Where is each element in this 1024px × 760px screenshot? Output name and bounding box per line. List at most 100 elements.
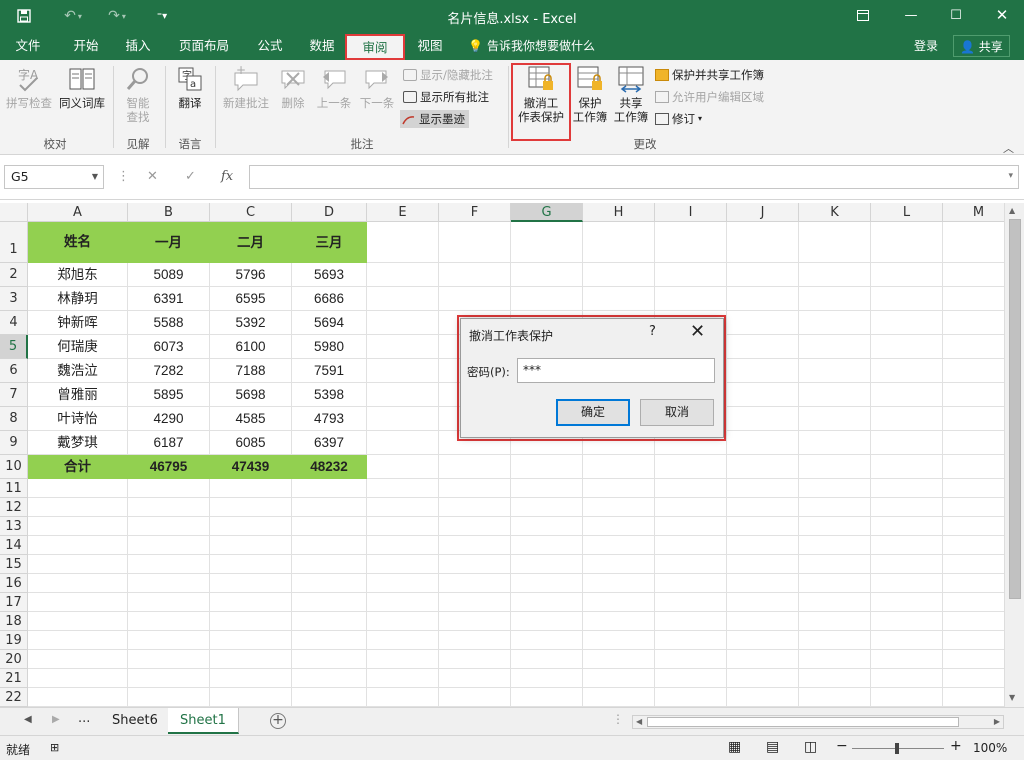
cell[interactable] [583, 612, 655, 631]
cell[interactable] [292, 669, 367, 688]
cell[interactable] [943, 311, 1004, 335]
cell[interactable] [943, 612, 1004, 631]
cell[interactable] [871, 479, 943, 498]
cell[interactable] [439, 669, 511, 688]
cell[interactable] [28, 536, 128, 555]
column-header-a[interactable]: A [28, 203, 128, 222]
cancel-button[interactable]: 取消 [640, 399, 714, 426]
cell[interactable] [727, 287, 799, 311]
table-cell[interactable]: 5980 [292, 335, 367, 359]
tab-home[interactable]: 开始 [64, 32, 108, 60]
cell[interactable] [943, 574, 1004, 593]
tab-review[interactable]: 审阅 [345, 34, 405, 60]
cell[interactable] [292, 631, 367, 650]
cell[interactable] [727, 335, 799, 359]
cell[interactable] [292, 574, 367, 593]
spreadsheet-grid[interactable]: A B C D E F G H I J K L M 1 2 3 4 5 6 7 8 9 10 11 12 13 14 15 16 17 18… [0, 203, 1004, 707]
cell[interactable] [210, 517, 292, 536]
cell[interactable] [871, 574, 943, 593]
tab-file[interactable]: 文件 [8, 32, 48, 60]
cell[interactable] [799, 688, 871, 707]
cell[interactable] [511, 517, 583, 536]
row-header-22[interactable]: 22 [0, 688, 28, 707]
cell[interactable] [655, 498, 727, 517]
cell[interactable] [583, 479, 655, 498]
more-sheets[interactable]: ... [78, 711, 90, 726]
cell[interactable] [292, 555, 367, 574]
cell[interactable] [439, 498, 511, 517]
ok-button[interactable]: 确定 [556, 399, 630, 426]
cell[interactable] [727, 383, 799, 407]
share-workbook-button[interactable]: 共享 工作簿 [611, 65, 651, 124]
cell[interactable] [367, 650, 439, 669]
cell[interactable] [943, 359, 1004, 383]
table-cell[interactable]: 7282 [128, 359, 210, 383]
tab-insert[interactable]: 插入 [118, 32, 158, 60]
cell[interactable] [210, 498, 292, 517]
select-all-corner[interactable] [0, 203, 28, 222]
column-header-c[interactable]: C [210, 203, 292, 222]
cell[interactable] [367, 498, 439, 517]
cell[interactable] [439, 222, 511, 263]
cell[interactable] [128, 536, 210, 555]
cell[interactable] [292, 479, 367, 498]
cell[interactable] [583, 498, 655, 517]
cell[interactable] [367, 517, 439, 536]
cell[interactable] [367, 287, 439, 311]
cell[interactable] [210, 650, 292, 669]
cell[interactable] [655, 263, 727, 287]
cell[interactable] [128, 574, 210, 593]
cell[interactable] [511, 669, 583, 688]
cell[interactable] [799, 498, 871, 517]
cell[interactable] [128, 631, 210, 650]
cell[interactable] [655, 555, 727, 574]
cell[interactable] [511, 593, 583, 612]
cell[interactable] [799, 593, 871, 612]
name-box[interactable]: G5 ▼ [4, 165, 104, 189]
cancel-entry-icon[interactable]: ✕ [147, 165, 158, 189]
confirm-entry-icon[interactable]: ✓ [185, 165, 196, 189]
cell[interactable] [943, 536, 1004, 555]
cell[interactable] [943, 517, 1004, 536]
cell[interactable] [583, 593, 655, 612]
cell[interactable] [28, 574, 128, 593]
ribbon-display-icon[interactable] [848, 4, 878, 26]
cell[interactable] [871, 383, 943, 407]
new-comment-button[interactable]: + 新建批注 [219, 63, 273, 110]
cell[interactable] [799, 383, 871, 407]
macro-record-icon[interactable]: ⊞ [50, 741, 59, 754]
cell[interactable] [210, 555, 292, 574]
cell[interactable] [367, 669, 439, 688]
cell[interactable] [367, 455, 439, 479]
row-header-15[interactable]: 15 [0, 555, 28, 574]
allow-edit-ranges-button[interactable]: 允许用户编辑区域 [655, 88, 764, 106]
cell[interactable] [943, 479, 1004, 498]
horizontal-scrollbar[interactable]: ◀ ▶ [632, 715, 1004, 729]
expand-formula-icon[interactable]: ▾ [1008, 171, 1013, 181]
cell[interactable] [871, 311, 943, 335]
cell[interactable] [292, 612, 367, 631]
cell[interactable] [367, 407, 439, 431]
table-cell[interactable]: 6100 [210, 335, 292, 359]
table-cell[interactable]: 6073 [128, 335, 210, 359]
cell[interactable] [943, 631, 1004, 650]
cell[interactable] [871, 431, 943, 455]
column-header-i[interactable]: I [655, 203, 727, 222]
row-header-21[interactable]: 21 [0, 669, 28, 688]
table-cell[interactable]: 5588 [128, 311, 210, 335]
row-header-16[interactable]: 16 [0, 574, 28, 593]
cell[interactable] [727, 407, 799, 431]
cell[interactable] [367, 263, 439, 287]
cell[interactable] [367, 631, 439, 650]
cell[interactable] [511, 222, 583, 263]
split-handle-icon[interactable]: ⋮ [612, 712, 624, 726]
cell[interactable] [511, 574, 583, 593]
table-cell[interactable]: 6686 [292, 287, 367, 311]
close-icon[interactable]: ✕ [987, 4, 1017, 26]
row-header-10[interactable]: 10 [0, 455, 28, 479]
cell[interactable] [871, 631, 943, 650]
cell[interactable] [727, 650, 799, 669]
table-cell[interactable]: 钟新晖 [28, 311, 128, 335]
cell[interactable] [367, 335, 439, 359]
cell[interactable] [799, 536, 871, 555]
